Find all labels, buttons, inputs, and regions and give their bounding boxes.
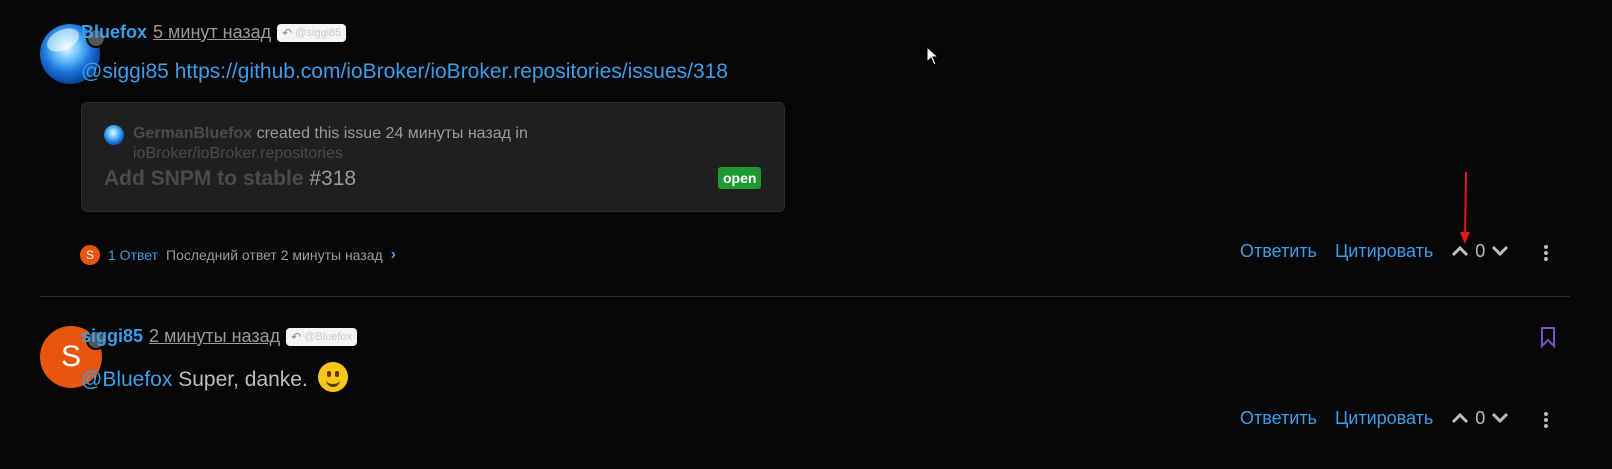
post-header: Bluefox 5 минут назад ↶ @siggi85: [81, 22, 347, 43]
issue-action-text: created this issue 24 минуты назад in: [256, 125, 528, 142]
last-reply-time: Последний ответ 2 минуты назад: [166, 247, 383, 263]
github-issue-card[interactable]: GermanBluefox created this issue 24 мину…: [81, 102, 785, 212]
mention-link[interactable]: @Bluefox: [81, 368, 172, 391]
username-link[interactable]: siggi85: [81, 326, 143, 347]
reply-button[interactable]: Ответить: [1240, 241, 1317, 262]
reply-button[interactable]: Ответить: [1240, 408, 1317, 429]
reply-to-label: @Bluefox: [304, 330, 353, 343]
issue-link[interactable]: https://github.com/ioBroker/ioBroker.rep…: [175, 60, 728, 83]
quote-button[interactable]: Цитировать: [1335, 241, 1433, 262]
reply-arrow-icon: ↶: [282, 25, 293, 40]
repo-name[interactable]: ioBroker/ioBroker.repositories: [133, 145, 343, 163]
cursor-icon: [926, 45, 940, 71]
post-header: siggi85 2 минуты назад ↶ @Bluefox: [81, 326, 358, 347]
chevron-down-icon[interactable]: [1491, 408, 1509, 429]
post-text: Super, danke.: [178, 368, 308, 391]
reply-arrow-icon: ↶: [291, 329, 302, 344]
more-vertical-icon[interactable]: [1543, 411, 1549, 429]
smiley-emoji-icon: [317, 362, 348, 392]
reply-avatar: S: [80, 245, 100, 265]
vote-count: 0: [1475, 408, 1486, 428]
reply-to-badge[interactable]: ↶ @Bluefox: [286, 327, 358, 346]
vote-count: 0: [1475, 241, 1486, 261]
issue-number: #318: [309, 167, 357, 190]
replies-summary[interactable]: S 1 Ответ Последний ответ 2 минуты назад…: [80, 245, 396, 265]
reply-count[interactable]: 1 Ответ: [108, 247, 158, 263]
issue-meta: GermanBluefox created this issue 24 мину…: [133, 125, 528, 143]
github-username[interactable]: GermanBluefox: [133, 125, 252, 142]
post-actions: Ответить Цитировать 0: [1240, 408, 1509, 429]
chevron-down-icon[interactable]: [1491, 241, 1509, 262]
issue-title[interactable]: Add SNPM to stable #318: [104, 167, 356, 191]
post-content: @Bluefox Super, danke.: [81, 362, 348, 392]
reply-to-badge[interactable]: ↶ @siggi85: [277, 23, 347, 42]
issue-status-badge: open: [718, 167, 762, 189]
bookmark-icon[interactable]: [1541, 327, 1555, 348]
issue-title-text: Add SNPM to stable: [104, 167, 304, 190]
github-user-avatar: [104, 125, 124, 145]
post-divider: [40, 296, 1570, 297]
post-timestamp[interactable]: 5 минут назад: [153, 22, 271, 43]
chevron-right-icon: ›: [390, 246, 396, 263]
annotation-arrow-icon: [1458, 170, 1472, 251]
post-content: @siggi85 https://github.com/ioBroker/ioB…: [81, 60, 728, 84]
mention-link[interactable]: @siggi85: [81, 60, 169, 83]
quote-button[interactable]: Цитировать: [1335, 408, 1433, 429]
post-timestamp[interactable]: 2 минуты назад: [149, 326, 280, 347]
reply-to-label: @siggi85: [295, 26, 342, 39]
username-link[interactable]: Bluefox: [81, 22, 147, 43]
more-vertical-icon[interactable]: [1543, 244, 1549, 262]
chevron-up-icon[interactable]: [1451, 408, 1469, 429]
topic-page: Bluefox 5 минут назад ↶ @siggi85 @siggi8…: [0, 0, 1612, 469]
